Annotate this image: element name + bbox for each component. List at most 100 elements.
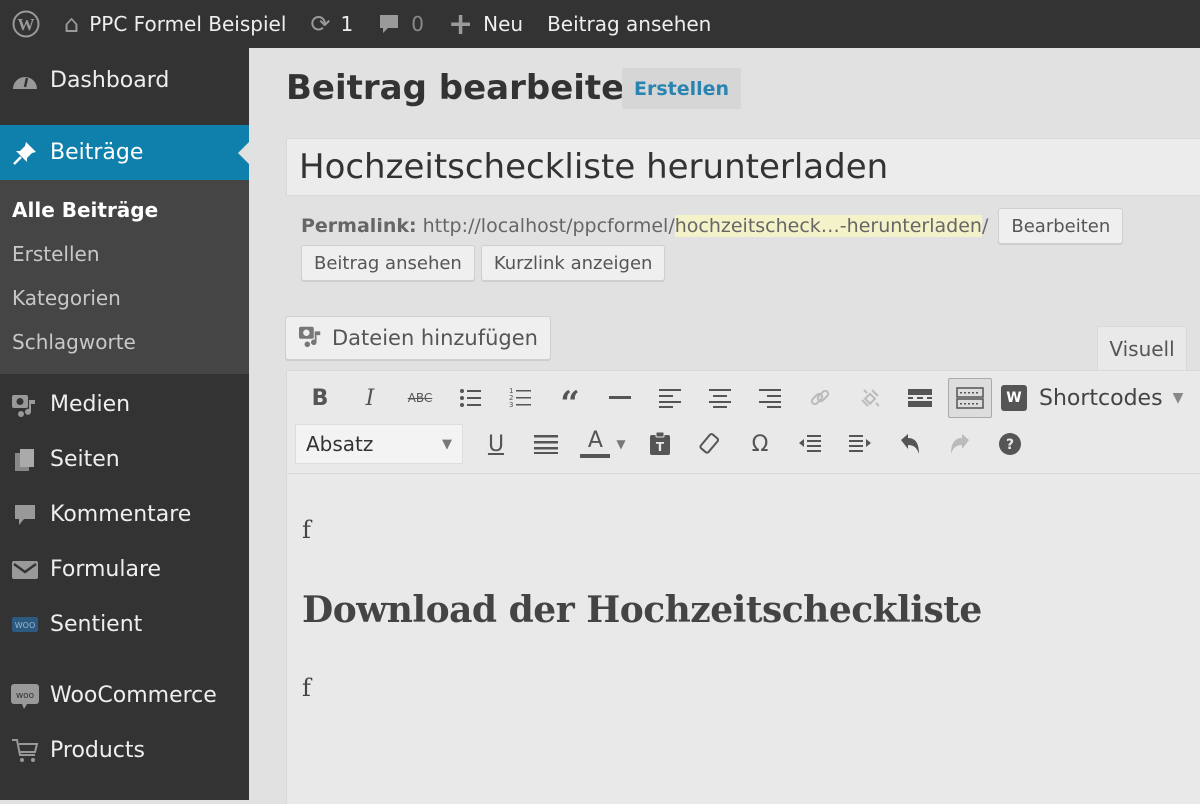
text-color-icon[interactable]: A ▼ [571,424,635,464]
main-content: Beitrag bearbeiten Erstellen Hochzeitsch… [249,48,1200,804]
sidebar-item-label: Formulare [50,557,162,582]
help-icon[interactable]: ? [985,424,1035,464]
sidebar-item-dashboard[interactable]: Dashboard [0,48,249,112]
view-post-link[interactable]: Beitrag ansehen [535,0,723,48]
admin-bar: W ⌂ PPC Formel Beispiel ⟳ 1 0 + Neu Beit… [0,0,1200,48]
align-left-icon[interactable] [645,378,695,418]
edit-permalink-button[interactable]: Bearbeiten [998,208,1124,244]
site-name: PPC Formel Beispiel [89,12,287,36]
toolbar-row-2: Absatz ▼ U A ▼ T Ω ? [295,421,1035,467]
comment-icon [377,12,401,36]
svg-text:woo: woo [16,691,35,701]
underline-icon[interactable]: U [471,424,521,464]
dashboard-icon [8,69,42,91]
redo-icon[interactable] [935,424,985,464]
permalink-slug[interactable]: hochzeitscheck…-herunterladen [674,215,982,237]
sidebar-item-label: Products [50,738,145,763]
sidebar-item-beitraege[interactable]: Beiträge [0,125,249,180]
permalink-label: Permalink: [301,215,417,237]
shortcodes-dropdown[interactable]: W Shortcodes ▼ [1001,385,1183,411]
blockquote-icon[interactable]: “ [545,378,595,421]
svg-text:?: ? [1006,437,1014,453]
add-media-button[interactable]: Dateien hinzufügen [285,316,551,360]
mail-icon [8,559,42,581]
media-icon [8,392,42,418]
outdent-icon[interactable] [785,424,835,464]
toolbar-row-1: B I ABC 123 “ W Shortcodes ▼ [295,375,1183,421]
sidebar-item-label: Sentient [50,612,143,637]
woocommerce-icon: woo [8,682,42,710]
horizontal-rule-icon[interactable] [595,378,645,418]
add-media-label: Dateien hinzufügen [332,326,538,350]
italic-icon[interactable]: I [345,378,395,418]
shortcodes-w-icon: W [1001,385,1027,411]
svg-text:T: T [656,440,665,454]
chevron-down-icon: ▼ [442,436,452,452]
admin-sidebar: Dashboard Beiträge Alle Beiträge Erstell… [0,48,249,800]
view-post-label: Beitrag ansehen [547,12,712,36]
link-icon[interactable] [795,378,845,418]
numbered-list-icon[interactable]: 123 [495,378,545,418]
sidebar-item-label: Dashboard [50,67,170,93]
clear-formatting-icon[interactable] [685,424,735,464]
format-select[interactable]: Absatz ▼ [295,424,463,464]
align-center-icon[interactable] [695,378,745,418]
sidebar-item-label: Seiten [50,447,120,472]
woo-theme-icon: WOO [8,615,42,635]
sidebar-item-products[interactable]: Products [0,723,249,778]
comments-icon [8,502,42,528]
sidebar-item-kommentare[interactable]: Kommentare [0,487,249,542]
sidebar-item-label: Medien [50,392,131,417]
sidebar-item-medien[interactable]: Medien [0,377,249,432]
updates-count: 1 [340,12,354,36]
toolbar-toggle-icon[interactable] [948,378,992,418]
submenu-categories[interactable]: Kategorien [0,276,249,320]
permalink-actions: Beitrag ansehen Kurzlink anzeigen [301,245,666,281]
submenu-all-posts[interactable]: Alle Beiträge [0,188,249,232]
strikethrough-icon[interactable]: ABC [395,378,445,418]
submenu-add-new[interactable]: Erstellen [0,232,249,276]
page-title: Beitrag bearbeiten [286,68,649,108]
svg-text:WOO: WOO [15,621,36,630]
undo-icon[interactable] [885,424,935,464]
updates-icon: ⟳ [310,10,331,38]
view-post-button[interactable]: Beitrag ansehen [301,245,475,281]
new-label: Neu [483,12,524,36]
pages-icon [8,447,42,473]
updates-link[interactable]: ⟳ 1 [298,0,365,48]
home-icon: ⌂ [64,10,80,38]
format-select-value: Absatz [306,432,374,456]
wordpress-logo[interactable]: W [0,0,52,48]
sidebar-item-woocommerce[interactable]: woo WooCommerce [0,668,249,723]
read-more-icon[interactable] [895,378,945,418]
unlink-icon[interactable] [845,378,895,418]
bullet-list-icon[interactable] [445,378,495,418]
indent-icon[interactable] [835,424,885,464]
align-right-icon[interactable] [745,378,795,418]
bold-icon[interactable]: B [295,378,345,418]
permalink-base: http://localhost/ppcformel/ [422,215,675,237]
sidebar-item-label: WooCommerce [50,683,217,708]
paste-text-icon[interactable]: T [635,424,685,464]
site-name-link[interactable]: ⌂ PPC Formel Beispiel [52,0,298,48]
svg-text:3: 3 [509,401,513,409]
get-shortlink-button[interactable]: Kurzlink anzeigen [480,245,666,281]
sidebar-item-formulare[interactable]: Formulare [0,542,249,597]
justify-icon[interactable] [521,424,571,464]
content-paragraph: f [302,516,311,544]
sidebar-item-sentient[interactable]: WOO Sentient [0,597,249,652]
permalink-row: Permalink: http://localhost/ppcformel/ho… [301,208,1124,244]
editor-content-area[interactable]: f Download der Hochzeitscheckliste f [286,474,1200,804]
cart-icon [8,737,42,765]
comments-link[interactable]: 0 [365,0,436,48]
special-character-icon[interactable]: Ω [735,424,785,464]
new-content-link[interactable]: + Neu [436,0,535,48]
post-title-input[interactable]: Hochzeitscheckliste herunterladen [286,138,1200,196]
tab-visual[interactable]: Visuell [1097,326,1187,370]
sidebar-item-seiten[interactable]: Seiten [0,432,249,487]
wordpress-icon: W [12,10,40,38]
submenu-tags[interactable]: Schlagworte [0,320,249,364]
add-new-button[interactable]: Erstellen [622,68,742,109]
sidebar-item-label: Kommentare [50,502,192,527]
shortcodes-label: Shortcodes [1039,385,1163,411]
